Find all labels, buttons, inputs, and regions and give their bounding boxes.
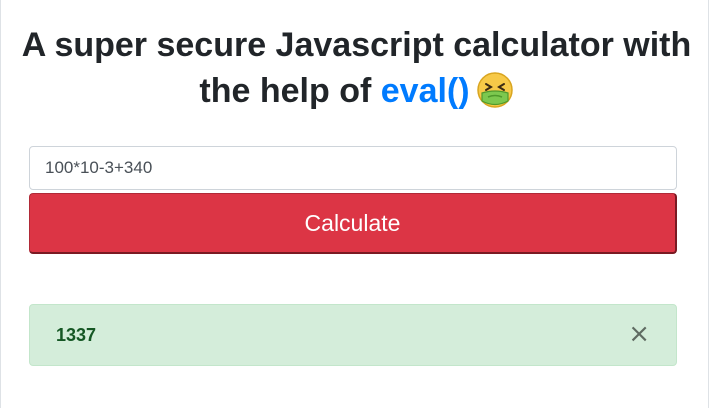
title-accent: eval(): [380, 72, 470, 110]
close-icon[interactable]: ×: [628, 321, 650, 347]
expression-input[interactable]: [29, 146, 677, 190]
calculator-panel: A super secure Javascript calculator wit…: [0, 0, 709, 408]
nauseated-face-icon: [476, 71, 514, 109]
title-prefix: the help of: [199, 72, 381, 110]
page-title: A super secure Javascript calculator wit…: [1, 22, 711, 114]
result-alert: 1337 ×: [29, 304, 677, 366]
result-value: 1337: [56, 325, 97, 345]
title-line-1: A super secure Javascript calculator wit…: [21, 26, 692, 64]
calculate-button[interactable]: Calculate: [29, 193, 677, 254]
title-line-2: the help of eval(): [1, 68, 711, 114]
